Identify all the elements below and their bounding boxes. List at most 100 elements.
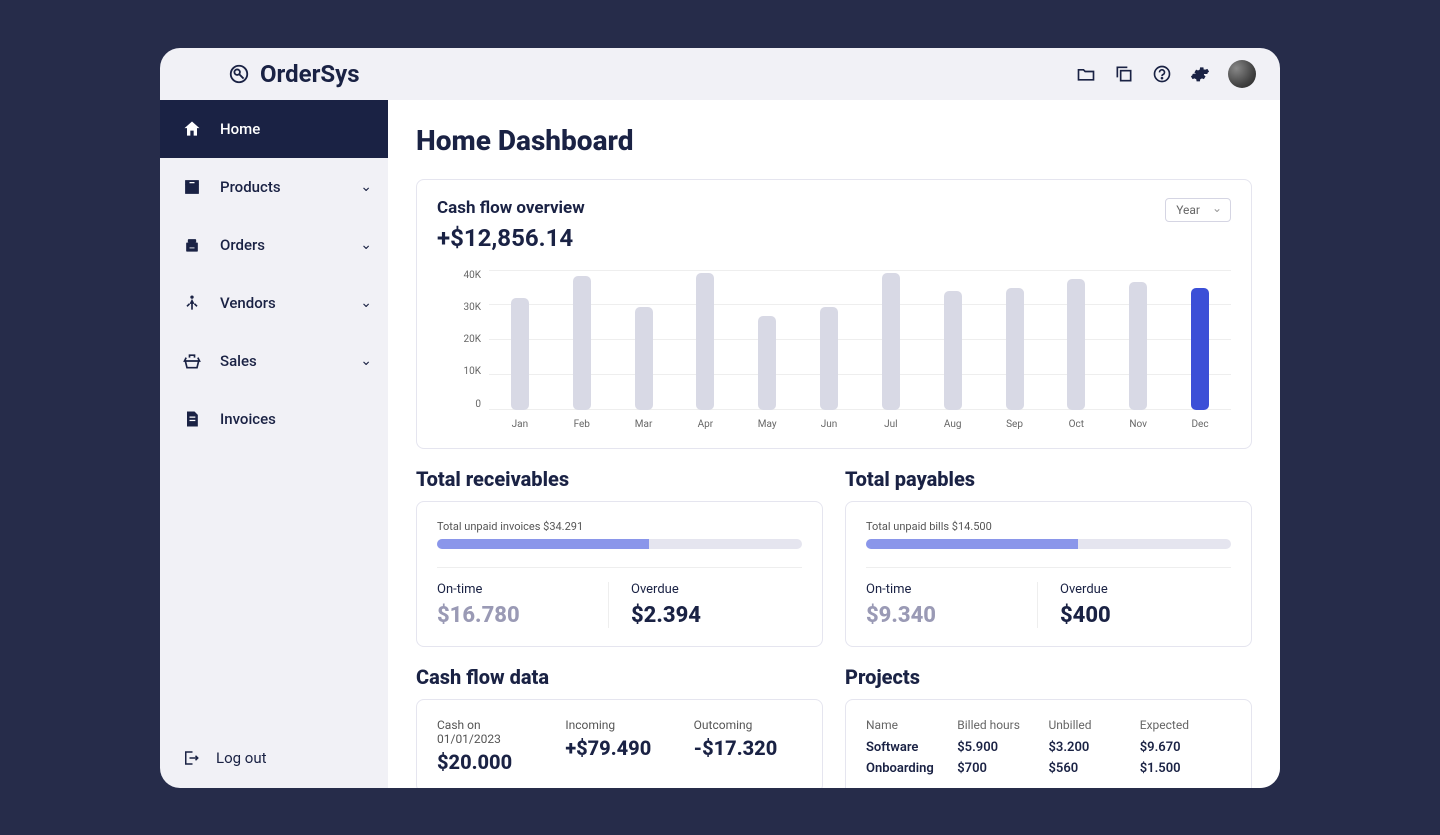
project-col-header: Billed hours <box>957 718 1048 732</box>
invoices-icon <box>182 409 202 429</box>
chevron-down-icon: ⌄ <box>360 179 372 195</box>
bars: JanFebMarAprMayJunJulAugSepOctNovDec <box>489 270 1231 430</box>
vendors-icon <box>182 293 202 313</box>
bar[interactable] <box>1129 282 1147 410</box>
logout-label: Log out <box>216 749 267 767</box>
brand-name: OrderSys <box>260 60 360 88</box>
nav-label: Home <box>220 120 260 138</box>
bar-dec: Dec <box>1169 288 1231 409</box>
chevron-down-icon: ⌄ <box>360 295 372 311</box>
bar[interactable] <box>696 273 714 410</box>
folder-icon[interactable] <box>1076 64 1096 84</box>
bar-sep: Sep <box>984 288 1046 409</box>
bar[interactable] <box>1006 288 1024 409</box>
nav-label: Products <box>220 178 281 196</box>
receivables-title: Total receivables <box>416 467 823 491</box>
logout-button[interactable]: Log out <box>160 728 388 788</box>
bar-label: Jun <box>821 419 838 430</box>
bar[interactable] <box>944 291 962 409</box>
sidebar-item-products[interactable]: Products ⌄ <box>160 158 388 216</box>
sidebar-item-sales[interactable]: Sales ⌄ <box>160 332 388 390</box>
chart-total: +$12,856.14 <box>437 224 585 252</box>
copy-icon[interactable] <box>1114 64 1134 84</box>
nav-list: HomeProducts⌄Orders⌄Vendors⌄Sales⌄Invoic… <box>160 100 388 728</box>
chart-area: 40K30K20K10K0 JanFebMarAprMayJunJulAugSe… <box>437 270 1231 430</box>
receivables-overdue-label: Overdue <box>631 582 802 597</box>
bar[interactable] <box>758 316 776 409</box>
bar-label: Jul <box>884 419 897 430</box>
bar-jun: Jun <box>798 307 860 410</box>
cash-item: Cash on 01/01/2023$20.000 <box>437 718 545 774</box>
y-tick: 0 <box>475 399 481 410</box>
receivables-progress <box>437 539 802 549</box>
project-col-header: Name <box>866 718 957 732</box>
nav-label: Sales <box>220 352 257 370</box>
bar-jan: Jan <box>489 298 551 410</box>
bars-container: JanFebMarAprMayJunJulAugSepOctNovDec <box>489 270 1231 430</box>
main: Home Dashboard Cash flow overview +$12,8… <box>388 100 1280 788</box>
gear-icon[interactable] <box>1190 64 1210 84</box>
y-tick: 20K <box>463 334 481 345</box>
cash-item: Outcoming-$17.320 <box>694 718 802 774</box>
sidebar-item-invoices[interactable]: Invoices <box>160 390 388 448</box>
y-tick: 40K <box>463 270 481 281</box>
bar[interactable] <box>1067 279 1085 410</box>
bar-label: Dec <box>1191 419 1208 430</box>
body: HomeProducts⌄Orders⌄Vendors⌄Sales⌄Invoic… <box>160 100 1280 788</box>
project-col-header: Unbilled <box>1049 718 1140 732</box>
orders-icon <box>182 235 202 255</box>
cashdata-card: Cash on 01/01/2023$20.000 Incoming +$79.49… <box>416 699 823 788</box>
app-window: OrderSys HomeProducts⌄Orders⌄Vendors⌄Sal… <box>160 48 1280 788</box>
bar-may: May <box>736 316 798 409</box>
period-select[interactable]: Year <box>1165 198 1231 222</box>
cashflow-card: Cash flow overview +$12,856.14 Year 40K3… <box>416 179 1252 449</box>
bar[interactable] <box>511 298 529 410</box>
bar-feb: Feb <box>551 276 613 410</box>
sidebar: HomeProducts⌄Orders⌄Vendors⌄Sales⌄Invoic… <box>160 100 388 788</box>
cash-label: Incoming <box>565 718 673 732</box>
bar[interactable] <box>573 276 591 410</box>
y-axis: 40K30K20K10K0 <box>437 270 481 430</box>
bar-label: Oct <box>1069 419 1084 430</box>
bar-mar: Mar <box>613 307 675 410</box>
bar-jul: Jul <box>860 273 922 410</box>
sidebar-item-orders[interactable]: Orders⌄ <box>160 216 388 274</box>
cash-value: +$79.490 <box>565 736 673 760</box>
bar-label: Apr <box>698 419 714 430</box>
topbar-actions <box>1076 60 1256 88</box>
bar-label: Sep <box>1006 419 1023 430</box>
brand: OrderSys <box>228 60 360 88</box>
bar-label: Feb <box>574 419 590 430</box>
project-row: Software$5.900$3.200$9.670 <box>866 740 1231 755</box>
sidebar-item-vendors[interactable]: Vendors⌄ <box>160 274 388 332</box>
payables-overdue-label: Overdue <box>1060 582 1231 597</box>
bar-nov: Nov <box>1107 282 1169 410</box>
page-title: Home Dashboard <box>416 124 1252 157</box>
bar[interactable] <box>635 307 653 410</box>
bar-oct: Oct <box>1046 279 1108 410</box>
cash-item: Incoming +$79.490 <box>565 718 673 774</box>
cash-label: Cash on 01/01/2023 <box>437 718 545 746</box>
chevron-down-icon: ⌄ <box>360 353 372 369</box>
bar[interactable] <box>1191 288 1209 409</box>
topbar: OrderSys <box>160 48 1280 100</box>
receivables-payables-row: Total receivables Total unpaid invoices … <box>416 467 1252 665</box>
help-icon[interactable] <box>1152 64 1172 84</box>
payables-ontime-value: $9.340 <box>866 603 1037 628</box>
bar-aug: Aug <box>922 291 984 409</box>
receivables-ontime-label: On-time <box>437 582 608 597</box>
bar[interactable] <box>820 307 838 410</box>
receivables-overdue-value: $2.394 <box>631 603 802 628</box>
payables-subtitle: Total unpaid bills $14.500 <box>866 520 1231 533</box>
chevron-down-icon: ⌄ <box>360 237 372 253</box>
payables-ontime-label: On-time <box>866 582 1037 597</box>
bar[interactable] <box>882 273 900 410</box>
logout-icon <box>182 749 200 767</box>
sidebar-item-home[interactable]: Home <box>160 100 388 158</box>
payables-card: Total unpaid bills $14.500 On-time $9.34… <box>845 501 1252 647</box>
chart-title: Cash flow overview <box>437 198 585 218</box>
cashdata-projects-row: Cash flow data Cash on 01/01/2023$20.000… <box>416 665 1252 788</box>
avatar[interactable] <box>1228 60 1256 88</box>
bar-label: Jan <box>512 419 528 430</box>
projects-card: NameBilled hoursUnbilledExpected Softwar… <box>845 699 1252 788</box>
